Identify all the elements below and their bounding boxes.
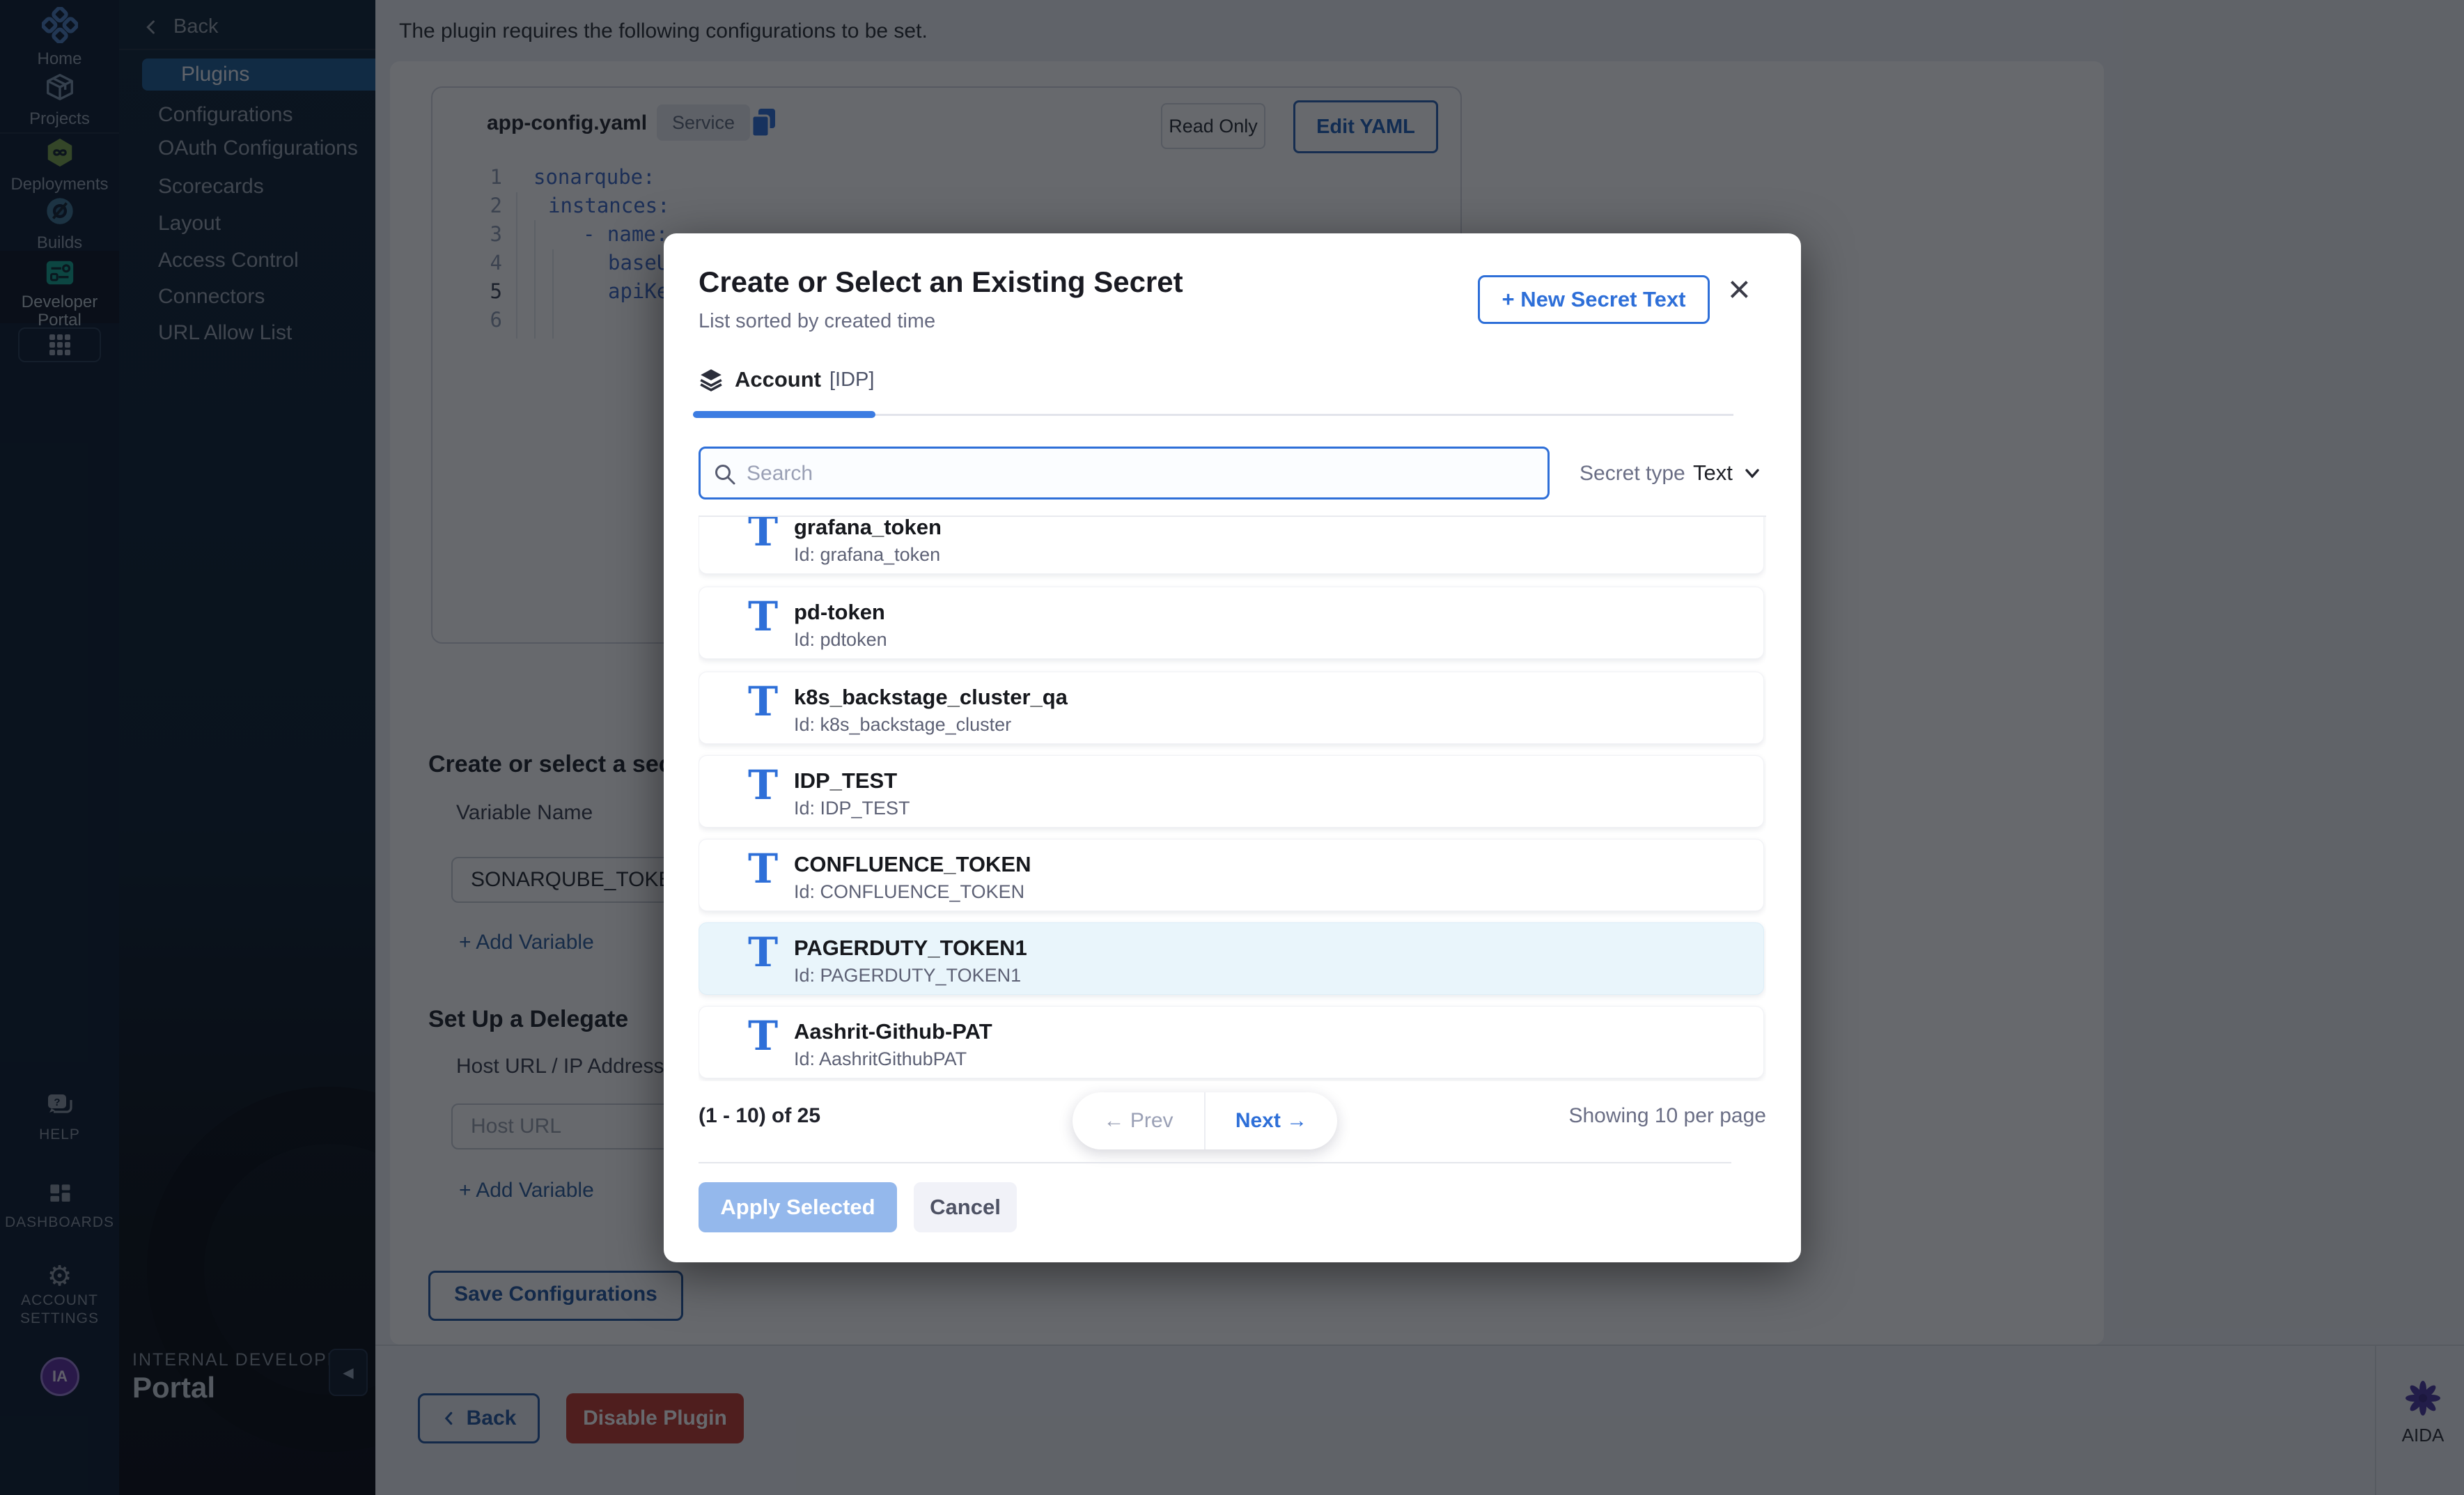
secret-name: pd-token — [794, 600, 885, 625]
tab-active-underline — [693, 411, 875, 418]
per-page-label: Showing 10 per page — [1568, 1104, 1766, 1128]
secret-list-item[interactable]: T grafana_token Id: grafana_token — [699, 516, 1764, 574]
secret-id: Id: k8s_backstage_cluster — [794, 714, 1011, 736]
secret-type-label: Secret type — [1580, 462, 1685, 486]
apply-selected-button[interactable]: Apply Selected — [699, 1182, 897, 1232]
secret-list-item[interactable]: T pd-token Id: pdtoken — [699, 587, 1764, 659]
secret-name: PAGERDUTY_TOKEN1 — [794, 936, 1027, 961]
secret-id: Id: grafana_token — [794, 544, 940, 566]
modal-title: Create or Select an Existing Secret — [699, 265, 1183, 299]
app-root: Home Projects Deployments Builds — [0, 0, 2464, 1495]
close-icon[interactable]: × — [1728, 270, 1751, 309]
secret-id: Id: IDP_TEST — [794, 798, 910, 819]
text-secret-icon: T — [748, 681, 778, 722]
text-secret-icon: T — [748, 764, 778, 806]
chevron-down-icon[interactable] — [1742, 465, 1763, 486]
search-input[interactable] — [745, 451, 1514, 496]
tab-account-idp[interactable]: Account [IDP] — [699, 367, 874, 392]
next-button[interactable]: Next → — [1206, 1109, 1337, 1133]
secret-list-item-selected[interactable]: T PAGERDUTY_TOKEN1 Id: PAGERDUTY_TOKEN1 — [699, 922, 1764, 995]
tab-label: Account — [735, 367, 821, 392]
secret-list: T grafana_token Id: grafana_token T pd-t… — [699, 516, 1766, 1081]
secret-list-item[interactable]: T k8s_backstage_cluster_qa Id: k8s_backs… — [699, 672, 1764, 744]
new-secret-text-button[interactable]: + New Secret Text — [1478, 275, 1710, 324]
secret-name: k8s_backstage_cluster_qa — [794, 685, 1068, 710]
secret-id: Id: CONFLUENCE_TOKEN — [794, 881, 1024, 903]
secret-id: Id: pdtoken — [794, 629, 887, 651]
text-secret-icon: T — [748, 1015, 778, 1057]
tab-suffix: [IDP] — [829, 369, 874, 392]
text-secret-icon: T — [748, 848, 778, 890]
secret-name: CONFLUENCE_TOKEN — [794, 852, 1031, 877]
secret-list-item[interactable]: T CONFLUENCE_TOKEN Id: CONFLUENCE_TOKEN — [699, 839, 1764, 911]
secret-name: grafana_token — [794, 516, 942, 540]
text-secret-icon: T — [748, 516, 778, 552]
secret-type-value[interactable]: Text — [1693, 460, 1733, 486]
text-secret-icon: T — [748, 931, 778, 973]
secret-id: Id: AashritGithubPAT — [794, 1048, 967, 1070]
secret-id: Id: PAGERDUTY_TOKEN1 — [794, 965, 1021, 986]
secret-list-item[interactable]: T Aashrit-Github-PAT Id: AashritGithubPA… — [699, 1006, 1764, 1078]
secret-list-item[interactable]: T IDP_TEST Id: IDP_TEST — [699, 755, 1764, 828]
modal-subtitle: List sorted by created time — [699, 310, 935, 333]
cancel-button[interactable]: Cancel — [914, 1182, 1017, 1232]
text-secret-icon: T — [748, 596, 778, 637]
secret-name: IDP_TEST — [794, 768, 897, 793]
pagination-control: ← Prev Next → — [1073, 1092, 1337, 1149]
pagination-range: (1 - 10) of 25 — [699, 1104, 820, 1128]
search-box — [699, 447, 1550, 499]
modal-footer-divider — [699, 1162, 1731, 1163]
search-icon — [713, 463, 737, 486]
layers-icon — [699, 367, 724, 392]
secret-select-modal: Create or Select an Existing Secret List… — [664, 233, 1801, 1262]
secret-name: Aashrit-Github-PAT — [794, 1019, 992, 1044]
prev-button[interactable]: ← Prev — [1073, 1109, 1204, 1133]
